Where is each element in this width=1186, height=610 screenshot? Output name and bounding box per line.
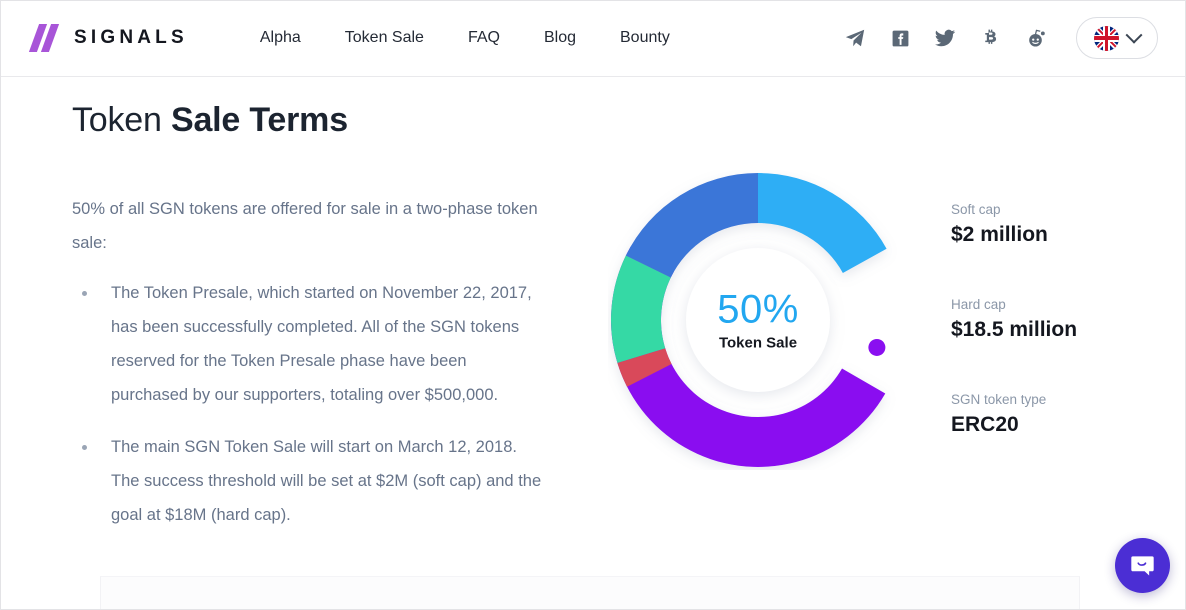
page-title-light: Token (72, 101, 171, 139)
page-root: SIGNALS Alpha Token Sale FAQ Blog Bounty (0, 0, 1186, 610)
terms-bullet-list: The Token Presale, which started on Nove… (72, 276, 542, 532)
nav-link-token-sale[interactable]: Token Sale (345, 29, 424, 47)
handle-dot (868, 338, 886, 356)
nav-link-faq[interactable]: FAQ (468, 29, 500, 47)
signals-logo-icon (28, 23, 61, 53)
stat-value: $2 million (951, 223, 1048, 246)
list-item: The main SGN Token Sale will start on Ma… (72, 430, 542, 532)
stat-hard-cap: Hard cap $18.5 million (951, 295, 1171, 344)
stat-soft-cap: Soft cap $2 million (951, 200, 1171, 249)
brand-name: SIGNALS (74, 27, 188, 48)
page-title: Token Sale Terms (72, 101, 348, 140)
stat-token-type: SGN token type ERC20 (951, 390, 1171, 439)
twitter-icon[interactable] (934, 27, 956, 49)
donut-center-disc (686, 248, 830, 392)
brand-logo[interactable]: SIGNALS (28, 23, 188, 53)
donut-svg (611, 173, 889, 467)
primary-nav: Alpha Token Sale FAQ Blog Bounty (260, 29, 670, 47)
chevron-down-icon (1125, 26, 1143, 44)
top-navigation-bar: SIGNALS Alpha Token Sale FAQ Blog Bounty (0, 0, 1186, 77)
nav-right-cluster (844, 17, 1158, 59)
reddit-icon[interactable] (1024, 27, 1046, 49)
language-selector[interactable] (1076, 17, 1158, 59)
stat-label: Hard cap (951, 297, 1006, 312)
chat-bubble-smile-icon (1131, 556, 1154, 576)
stat-label: SGN token type (951, 392, 1047, 407)
stat-label: Soft cap (951, 202, 1001, 217)
progress-handle[interactable] (864, 335, 889, 360)
telegram-icon[interactable] (844, 27, 866, 49)
nav-link-blog[interactable]: Blog (544, 29, 576, 47)
next-section-panel (100, 576, 1080, 610)
chat-launcher-button[interactable] (1115, 538, 1170, 593)
facebook-icon[interactable] (889, 27, 911, 49)
stat-value: $18.5 million (951, 318, 1078, 341)
nav-link-bounty[interactable]: Bounty (620, 29, 670, 47)
token-distribution-donut-chart: 50% Token Sale (608, 170, 908, 470)
sale-stats: Soft cap $2 million Hard cap $18.5 milli… (951, 200, 1171, 439)
stat-value: ERC20 (951, 413, 1019, 436)
terms-copy: 50% of all SGN tokens are offered for sa… (72, 192, 542, 550)
nav-link-alpha[interactable]: Alpha (260, 29, 301, 47)
uk-flag-icon (1094, 25, 1119, 51)
page-title-bold: Sale Terms (170, 101, 348, 139)
list-item: The Token Presale, which started on Nove… (72, 276, 542, 412)
lead-paragraph: 50% of all SGN tokens are offered for sa… (72, 200, 538, 252)
bitcoin-icon[interactable] (979, 27, 1001, 49)
